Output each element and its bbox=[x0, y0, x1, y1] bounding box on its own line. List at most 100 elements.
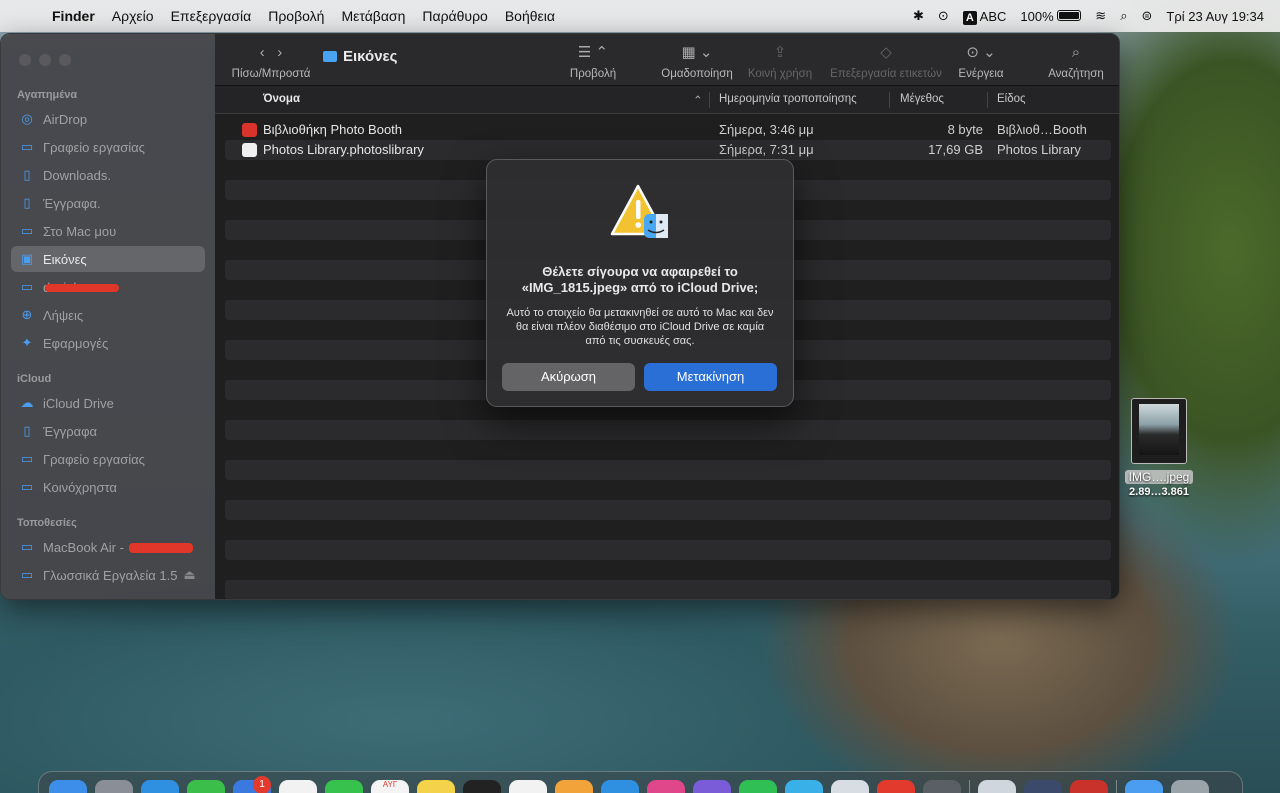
downloads-stack-icon[interactable] bbox=[1125, 780, 1163, 793]
tv-dock-icon[interactable] bbox=[463, 780, 501, 793]
sidebar-section-icloud: iCloud bbox=[17, 373, 52, 385]
sidebar-item-documents-folder[interactable]: ▯ Έγγραφα. bbox=[11, 190, 205, 216]
sidebar-item-downloads[interactable]: ⊕ Λήψεις bbox=[11, 302, 205, 328]
more-actions-icon: ⊙ ⌄ bbox=[966, 44, 996, 61]
eject-icon[interactable]: ⏏ bbox=[183, 567, 195, 583]
column-divider[interactable] bbox=[987, 92, 988, 108]
pages-dock-icon[interactable] bbox=[555, 780, 593, 793]
bluetooth-icon[interactable]: ✱ bbox=[913, 8, 924, 24]
now-playing-icon[interactable]: ⊙ bbox=[938, 8, 949, 24]
pictures-icon: ▣ bbox=[20, 251, 34, 266]
search-icon: ⌕ bbox=[1071, 44, 1081, 61]
calendar-dock-icon[interactable]: ΑΥΓ bbox=[371, 780, 409, 793]
sidebar-item-on-my-mac[interactable]: ▭ Στο Mac μου bbox=[11, 218, 205, 244]
desktop-file-dimensions: 2.89…3.861 bbox=[1129, 486, 1189, 498]
menu-window[interactable]: Παράθυρο bbox=[422, 8, 487, 24]
nav-back-forward[interactable]: ‹ › Πίσω/Μπροστά bbox=[229, 42, 313, 80]
file-size: 17,69 GB bbox=[928, 142, 983, 157]
empty-row-stripe bbox=[225, 460, 1111, 480]
viber-dock-icon[interactable] bbox=[693, 780, 731, 793]
dock-separator bbox=[969, 780, 970, 793]
zoom-window-button[interactable] bbox=[59, 54, 71, 66]
cancel-button[interactable]: Ακύρωση bbox=[502, 363, 635, 391]
control-center-icon[interactable]: ⊜ bbox=[1141, 8, 1152, 24]
wifi-icon[interactable]: ≋ bbox=[1095, 8, 1106, 24]
utility-dock-icon[interactable] bbox=[831, 780, 869, 793]
column-size[interactable]: Μέγεθος bbox=[900, 93, 944, 105]
menu-app-finder[interactable]: Finder bbox=[52, 8, 95, 24]
menu-edit[interactable]: Επεξεργασία bbox=[171, 8, 252, 24]
menubar-clock[interactable]: Τρί 23 Αυγ 19:34 bbox=[1166, 9, 1264, 24]
file-row[interactable]: Βιβλιοθήκη Photo Booth Σήμερα, 3:46 μμ 8… bbox=[225, 120, 1111, 140]
empty-row-stripe bbox=[225, 540, 1111, 560]
sidebar-item-language-tools-disk[interactable]: ▭ Γλωσσικά Εργαλεία 1.5 ⏏ bbox=[11, 562, 205, 588]
column-divider[interactable] bbox=[709, 92, 710, 108]
launchpad-dock-icon[interactable] bbox=[95, 780, 133, 793]
spotlight-search-icon[interactable]: ⌕ bbox=[1120, 8, 1127, 24]
menu-go[interactable]: Μετάβαση bbox=[341, 8, 405, 24]
action-button[interactable]: ⊙ ⌄ Ενέργεια bbox=[953, 42, 1009, 80]
system-settings-dock-icon[interactable] bbox=[923, 780, 961, 793]
cloud-icon: ☁ bbox=[20, 395, 34, 410]
file-row[interactable]: Photos Library.photoslibrary Σήμερα, 7:3… bbox=[225, 140, 1111, 160]
file-kind: Photos Library bbox=[997, 142, 1081, 157]
finder-dock-icon[interactable] bbox=[49, 780, 87, 793]
telegram-dock-icon[interactable] bbox=[785, 780, 823, 793]
battery-menu[interactable]: 100% bbox=[1020, 9, 1082, 24]
trash-icon[interactable] bbox=[1171, 780, 1209, 793]
sort-ascending-icon[interactable]: ⌃ bbox=[693, 93, 703, 107]
group-button[interactable]: ▦ ⌄ Ομαδοποίηση bbox=[657, 42, 737, 80]
share-button[interactable]: ⇪ Κοινή χρήση bbox=[745, 42, 815, 80]
notes-dock-icon[interactable] bbox=[417, 780, 455, 793]
photos-dock-icon[interactable] bbox=[279, 780, 317, 793]
facetime-dock-icon[interactable] bbox=[325, 780, 363, 793]
sidebar-item-icloud-documents[interactable]: ▯ Έγγραφα bbox=[11, 418, 205, 444]
app-store-dock-icon[interactable] bbox=[601, 780, 639, 793]
column-kind[interactable]: Είδος bbox=[997, 93, 1026, 105]
safari-dock-icon[interactable] bbox=[141, 780, 179, 793]
quicktime-dock-icon[interactable] bbox=[1024, 780, 1062, 793]
minimize-window-button[interactable] bbox=[39, 54, 51, 66]
folder-icon bbox=[323, 51, 337, 62]
edit-tags-button[interactable]: ◇ Επεξεργασία ετικετών bbox=[825, 42, 947, 80]
sidebar-item-applications[interactable]: ✦ Εφαρμογές bbox=[11, 330, 205, 356]
close-window-button[interactable] bbox=[19, 54, 31, 66]
music-dock-icon[interactable] bbox=[647, 780, 685, 793]
whatsapp-dock-icon[interactable] bbox=[739, 780, 777, 793]
sidebar-item-label: Downloads. bbox=[43, 167, 111, 183]
sidebar-item-desktop[interactable]: ▭ Γραφείο εργασίας bbox=[11, 134, 205, 160]
sidebar-item-airdrop[interactable]: ◎ AirDrop bbox=[11, 106, 205, 132]
folder-icon: ▭ bbox=[20, 223, 34, 238]
column-date-modified[interactable]: Ημερομηνία τροποποίησης bbox=[719, 93, 857, 105]
search-label: Αναζήτηση bbox=[1048, 68, 1104, 80]
disk-icon: ▭ bbox=[20, 567, 34, 582]
column-header: Όνομα ⌃ Ημερομηνία τροποποίησης Μέγεθος … bbox=[215, 86, 1119, 114]
sidebar-item-pictures[interactable]: ▣ Εικόνες bbox=[11, 246, 205, 272]
view-button[interactable]: ☰ ⌃ Προβολή bbox=[565, 42, 621, 80]
menu-view[interactable]: Προβολή bbox=[268, 8, 324, 24]
messages-dock-icon[interactable] bbox=[187, 780, 225, 793]
warning-finder-icon bbox=[610, 184, 668, 238]
tags-label: Επεξεργασία ετικετών bbox=[830, 68, 942, 80]
sidebar-item-label: Εφαρμογές bbox=[43, 335, 109, 351]
sidebar-item-downloads-folder[interactable]: ▯ Downloads. bbox=[11, 162, 205, 188]
input-source-menu[interactable]: A ABC bbox=[962, 9, 1006, 25]
chrome-dock-icon[interactable] bbox=[509, 780, 547, 793]
sidebar-item-label: Γραφείο εργασίας bbox=[43, 139, 145, 155]
apps-icon: ✦ bbox=[21, 335, 33, 350]
preview-dock-icon[interactable] bbox=[978, 780, 1016, 793]
sidebar-item-shared[interactable]: ▭ Κοινόχρηστα bbox=[11, 474, 205, 500]
menu-file[interactable]: Αρχείο bbox=[112, 8, 154, 24]
sidebar-item-icloud-desktop[interactable]: ▭ Γραφείο εργασίας bbox=[11, 446, 205, 472]
column-name[interactable]: Όνομα bbox=[263, 93, 300, 105]
desktop-file-icon[interactable]: IMG….jpeg 2.89…3.861 bbox=[1122, 398, 1196, 498]
dock: ΑΥΓ bbox=[38, 771, 1243, 793]
recorder-dock-icon[interactable] bbox=[1070, 780, 1108, 793]
search-button[interactable]: ⌕ Αναζήτηση bbox=[1045, 42, 1107, 80]
column-divider[interactable] bbox=[889, 92, 890, 108]
browser-dock-icon[interactable] bbox=[877, 780, 915, 793]
move-button[interactable]: Μετακίνηση bbox=[644, 363, 777, 391]
menu-help[interactable]: Βοήθεια bbox=[505, 8, 555, 24]
redaction-mark bbox=[129, 543, 193, 553]
sidebar-item-icloud-drive[interactable]: ☁ iCloud Drive bbox=[11, 390, 205, 416]
